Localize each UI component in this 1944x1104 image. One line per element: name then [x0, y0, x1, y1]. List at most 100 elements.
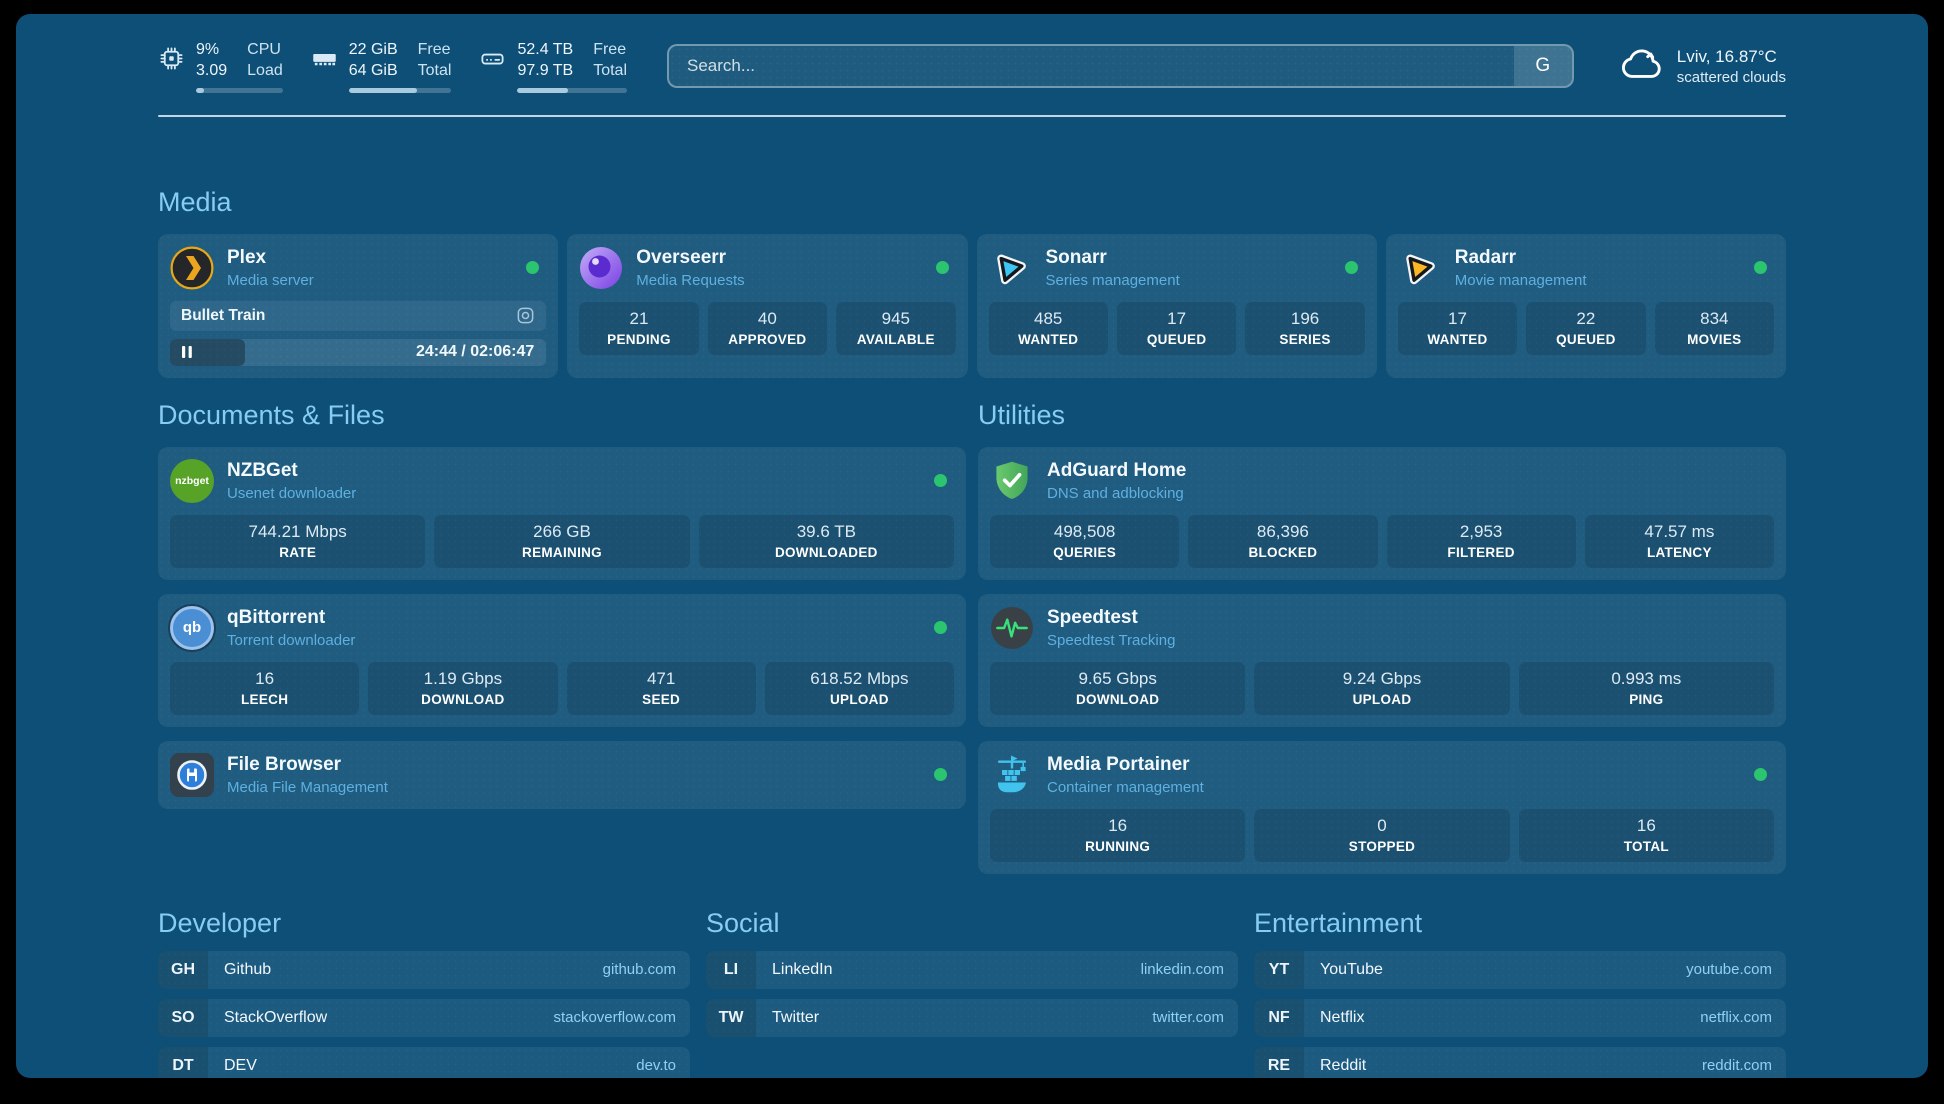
stat-upload: 9.24 Gbps UPLOAD: [1254, 662, 1509, 715]
stat-queued: 17 QUEUED: [1117, 302, 1236, 355]
stat-ping: 0.993 ms PING: [1519, 662, 1774, 715]
bookmark-name: LinkedIn: [756, 951, 833, 989]
memory-progress-bar: [349, 88, 452, 93]
app-subtitle: Media File Management: [227, 779, 388, 796]
app-subtitle: Media server: [227, 272, 314, 289]
status-online-dot: [934, 621, 947, 634]
stat-downloaded: 39.6 TB DOWNLOADED: [699, 515, 954, 568]
bookmark-abbr: YT: [1254, 951, 1304, 989]
app-card-sonarr[interactable]: Sonarr Series management 485 WANTED 17 Q…: [977, 234, 1377, 378]
disk-icon: [479, 45, 506, 93]
section-utilities: Utilities: [978, 400, 1786, 874]
now-playing-row: Bullet Train: [170, 301, 546, 331]
bookmark-name: Github: [208, 951, 271, 989]
stat-wanted: 17 WANTED: [1398, 302, 1517, 355]
stat-remaining: 266 GB REMAINING: [434, 515, 689, 568]
stat-movies: 834 MOVIES: [1655, 302, 1774, 355]
top-bar: 9% 3.09 CPU Load: [158, 14, 1786, 93]
speedtest-icon: [990, 606, 1034, 650]
bookmark-youtube[interactable]: YT YouTube youtube.com: [1254, 951, 1786, 989]
app-card-radarr[interactable]: Radarr Movie management 17 WANTED 22 QUE…: [1386, 234, 1786, 378]
cpu-progress-bar: [196, 88, 283, 93]
bookmark-github[interactable]: GH Github github.com: [158, 951, 690, 989]
bookmark-abbr: TW: [706, 999, 756, 1037]
stat-leech: 16 LEECH: [170, 662, 359, 715]
bookmark-abbr: RE: [1254, 1047, 1304, 1078]
bookmark-abbr: DT: [158, 1047, 208, 1078]
stat-series: 196 SERIES: [1245, 302, 1364, 355]
app-card-overseerr[interactable]: Overseerr Media Requests 21 PENDING 40 A…: [567, 234, 967, 378]
bookmark-abbr: GH: [158, 951, 208, 989]
bookmark-name: DEV: [208, 1047, 257, 1078]
bookmark-netflix[interactable]: NF Netflix netflix.com: [1254, 999, 1786, 1037]
filebrowser-icon: [170, 753, 214, 797]
app-card-speedtest[interactable]: Speedtest Speedtest Tracking 9.65 Gbps D…: [978, 594, 1786, 727]
stat-total: 16 TOTAL: [1519, 809, 1774, 862]
bookmark-linkedin[interactable]: LI LinkedIn linkedin.com: [706, 951, 1238, 989]
app-name: Overseerr: [636, 247, 744, 269]
app-card-adguard[interactable]: AdGuard Home DNS and adblocking 498,508 …: [978, 447, 1786, 580]
bookmark-url: reddit.com: [1702, 1047, 1786, 1078]
cpu-usage-label: CPU: [247, 40, 283, 61]
app-card-plex[interactable]: Plex Media server Bullet Train: [158, 234, 558, 378]
app-name: NZBGet: [227, 460, 356, 482]
weather-location: Lviv, 16.87°C: [1677, 47, 1786, 67]
status-online-dot: [934, 474, 947, 487]
app-card-nzbget[interactable]: nzbget NZBGet Usenet downloader 744.21 M…: [158, 447, 966, 580]
cpu-stat-widget: 9% 3.09 CPU Load: [158, 40, 283, 93]
app-card-filebrowser[interactable]: File Browser Media File Management: [158, 741, 966, 809]
topbar-divider: [158, 115, 1786, 117]
app-name: AdGuard Home: [1047, 460, 1186, 482]
stat-download: 9.65 Gbps DOWNLOAD: [990, 662, 1245, 715]
stat-available: 945 AVAILABLE: [836, 302, 955, 355]
app-card-qbittorrent[interactable]: qb qBittorrent Torrent downloader 16 LEE…: [158, 594, 966, 727]
memory-free-label: Free: [418, 40, 452, 61]
pause-button[interactable]: [181, 346, 193, 359]
search-engine-button[interactable]: G: [1514, 46, 1572, 86]
cpu-load-value: 3.09: [196, 61, 227, 82]
radarr-icon: [1398, 246, 1442, 290]
app-subtitle: Series management: [1046, 272, 1180, 289]
bookmarks-social: Social LI LinkedIn linkedin.com TW Twitt…: [706, 908, 1238, 1078]
app-name: Plex: [227, 247, 314, 269]
stat-upload: 618.52 Mbps UPLOAD: [765, 662, 954, 715]
cpu-icon: [158, 45, 185, 93]
status-online-dot: [934, 768, 947, 781]
memory-total-label: Total: [418, 61, 452, 82]
bookmark-dev[interactable]: DT DEV dev.to: [158, 1047, 690, 1078]
memory-icon: [311, 45, 338, 93]
bookmark-name: StackOverflow: [208, 999, 327, 1037]
bookmarks-entertainment: Entertainment YT YouTube youtube.com NF …: [1254, 908, 1786, 1078]
bookmark-url: youtube.com: [1686, 951, 1786, 989]
bookmark-twitter[interactable]: TW Twitter twitter.com: [706, 999, 1238, 1037]
bookmarks-developer: Developer GH Github github.com SO StackO…: [158, 908, 690, 1078]
bookmark-name: YouTube: [1304, 951, 1383, 989]
section-documents: Documents & Files nzbget NZBGet Usenet d…: [158, 400, 966, 874]
stat-latency: 47.57 ms LATENCY: [1585, 515, 1774, 568]
disk-free-value: 52.4 TB: [517, 40, 573, 61]
bookmark-url: dev.to: [636, 1047, 690, 1078]
media-options-icon[interactable]: [516, 306, 535, 325]
bookmark-stackoverflow[interactable]: SO StackOverflow stackoverflow.com: [158, 999, 690, 1037]
section-title-entertainment: Entertainment: [1254, 908, 1786, 939]
disk-stat-widget: 52.4 TB 97.9 TB Free Total: [479, 40, 627, 93]
bookmark-name: Netflix: [1304, 999, 1364, 1037]
app-subtitle: Torrent downloader: [227, 632, 355, 649]
weather-condition: scattered clouds: [1677, 69, 1786, 86]
overseerr-icon: [579, 246, 623, 290]
status-online-dot: [936, 261, 949, 274]
bookmark-reddit[interactable]: RE Reddit reddit.com: [1254, 1047, 1786, 1078]
app-name: Speedtest: [1047, 607, 1175, 629]
stat-pending: 21 PENDING: [579, 302, 698, 355]
weather-widget: Lviv, 16.87°C scattered clouds: [1618, 41, 1786, 92]
cpu-usage-value: 9%: [196, 40, 227, 61]
playback-progress-bar[interactable]: 24:44 / 02:06:47: [170, 339, 546, 366]
status-online-dot: [526, 261, 539, 274]
search-input[interactable]: [669, 56, 1514, 76]
stat-approved: 40 APPROVED: [708, 302, 827, 355]
app-card-portainer[interactable]: Media Portainer Container management 16 …: [978, 741, 1786, 874]
stat-queued: 22 QUEUED: [1526, 302, 1645, 355]
stat-stopped: 0 STOPPED: [1254, 809, 1509, 862]
section-title-media: Media: [158, 187, 1786, 218]
search-bar[interactable]: G: [667, 44, 1574, 88]
